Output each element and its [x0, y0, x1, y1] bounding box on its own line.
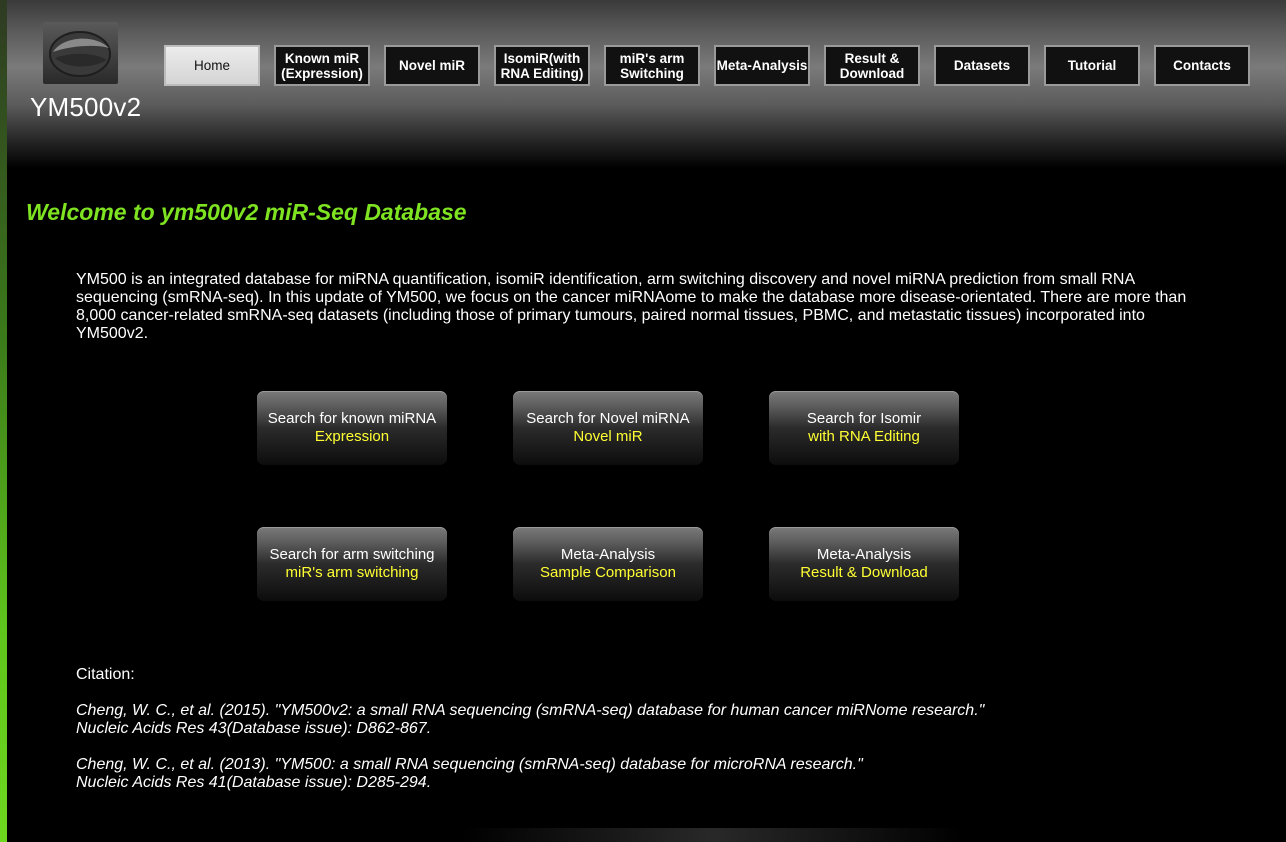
nav-isomir[interactable]: IsomiR(with RNA Editing)	[494, 45, 590, 86]
nav-datasets[interactable]: Datasets	[934, 45, 1030, 86]
citation-source: Nucleic Acids Res 43(Database issue): D8…	[76, 720, 432, 737]
citation-label: Citation:	[76, 666, 135, 683]
logo-graphic	[49, 31, 111, 77]
left-accent-strip	[0, 0, 7, 842]
action-title: Search for arm switching	[269, 546, 435, 563]
search-isomir-button[interactable]: Search for Isomir with RNA Editing	[769, 391, 959, 465]
nav-contacts[interactable]: Contacts	[1154, 45, 1250, 86]
action-subtitle: Expression	[314, 428, 390, 445]
action-subtitle: Sample Comparison	[540, 564, 676, 581]
nav-tutorial[interactable]: Tutorial	[1044, 45, 1140, 86]
action-title: Search for Novel miRNA	[526, 410, 690, 427]
meta-analysis-sample-comparison-button[interactable]: Meta-Analysis Sample Comparison	[513, 527, 703, 601]
action-title: Search for known miRNA	[267, 410, 437, 427]
nav-arm-switching[interactable]: miR's arm Switching	[604, 45, 700, 86]
logo-icon[interactable]	[43, 22, 118, 84]
nav-result-download[interactable]: Result & Download	[824, 45, 920, 86]
action-subtitle: Result & Download	[800, 564, 928, 581]
search-arm-switching-button[interactable]: Search for arm switching miR's arm switc…	[257, 527, 447, 601]
action-title: Search for Isomir	[806, 410, 922, 427]
action-subtitle: with RNA Editing	[808, 428, 920, 445]
citation-title: Cheng, W. C., et al. (2015). "YM500v2: a…	[76, 702, 985, 719]
nav-known-mir[interactable]: Known miR (Expression)	[274, 45, 370, 86]
nav-meta-analysis[interactable]: Meta-Analysis	[714, 45, 810, 86]
search-novel-mirna-button[interactable]: Search for Novel miRNA Novel miR	[513, 391, 703, 465]
nav-novel-mir[interactable]: Novel miR	[384, 45, 480, 86]
citation-source: Nucleic Acids Res 41(Database issue): D2…	[76, 774, 432, 791]
site-title: YM500v2	[30, 92, 142, 122]
intro-paragraph: YM500 is an integrated database for miRN…	[76, 271, 1187, 342]
page-heading: Welcome to ym500v2 miR-Seq Database	[26, 199, 467, 225]
action-subtitle: miR's arm switching	[285, 564, 419, 581]
meta-analysis-result-download-button[interactable]: Meta-Analysis Result & Download	[769, 527, 959, 601]
citation-ref: Cheng, W. C., et al. (2013). "YM500: a s…	[76, 756, 863, 792]
footer-edge	[460, 828, 965, 842]
citation-title: Cheng, W. C., et al. (2013). "YM500: a s…	[76, 756, 863, 773]
citation-ref: Cheng, W. C., et al. (2015). "YM500v2: a…	[76, 702, 984, 738]
action-title: Meta-Analysis	[816, 546, 912, 563]
search-known-mirna-button[interactable]: Search for known miRNA Expression	[257, 391, 447, 465]
action-title: Meta-Analysis	[560, 546, 656, 563]
nav-home[interactable]: Home	[164, 45, 260, 86]
action-subtitle: Novel miR	[573, 428, 643, 445]
